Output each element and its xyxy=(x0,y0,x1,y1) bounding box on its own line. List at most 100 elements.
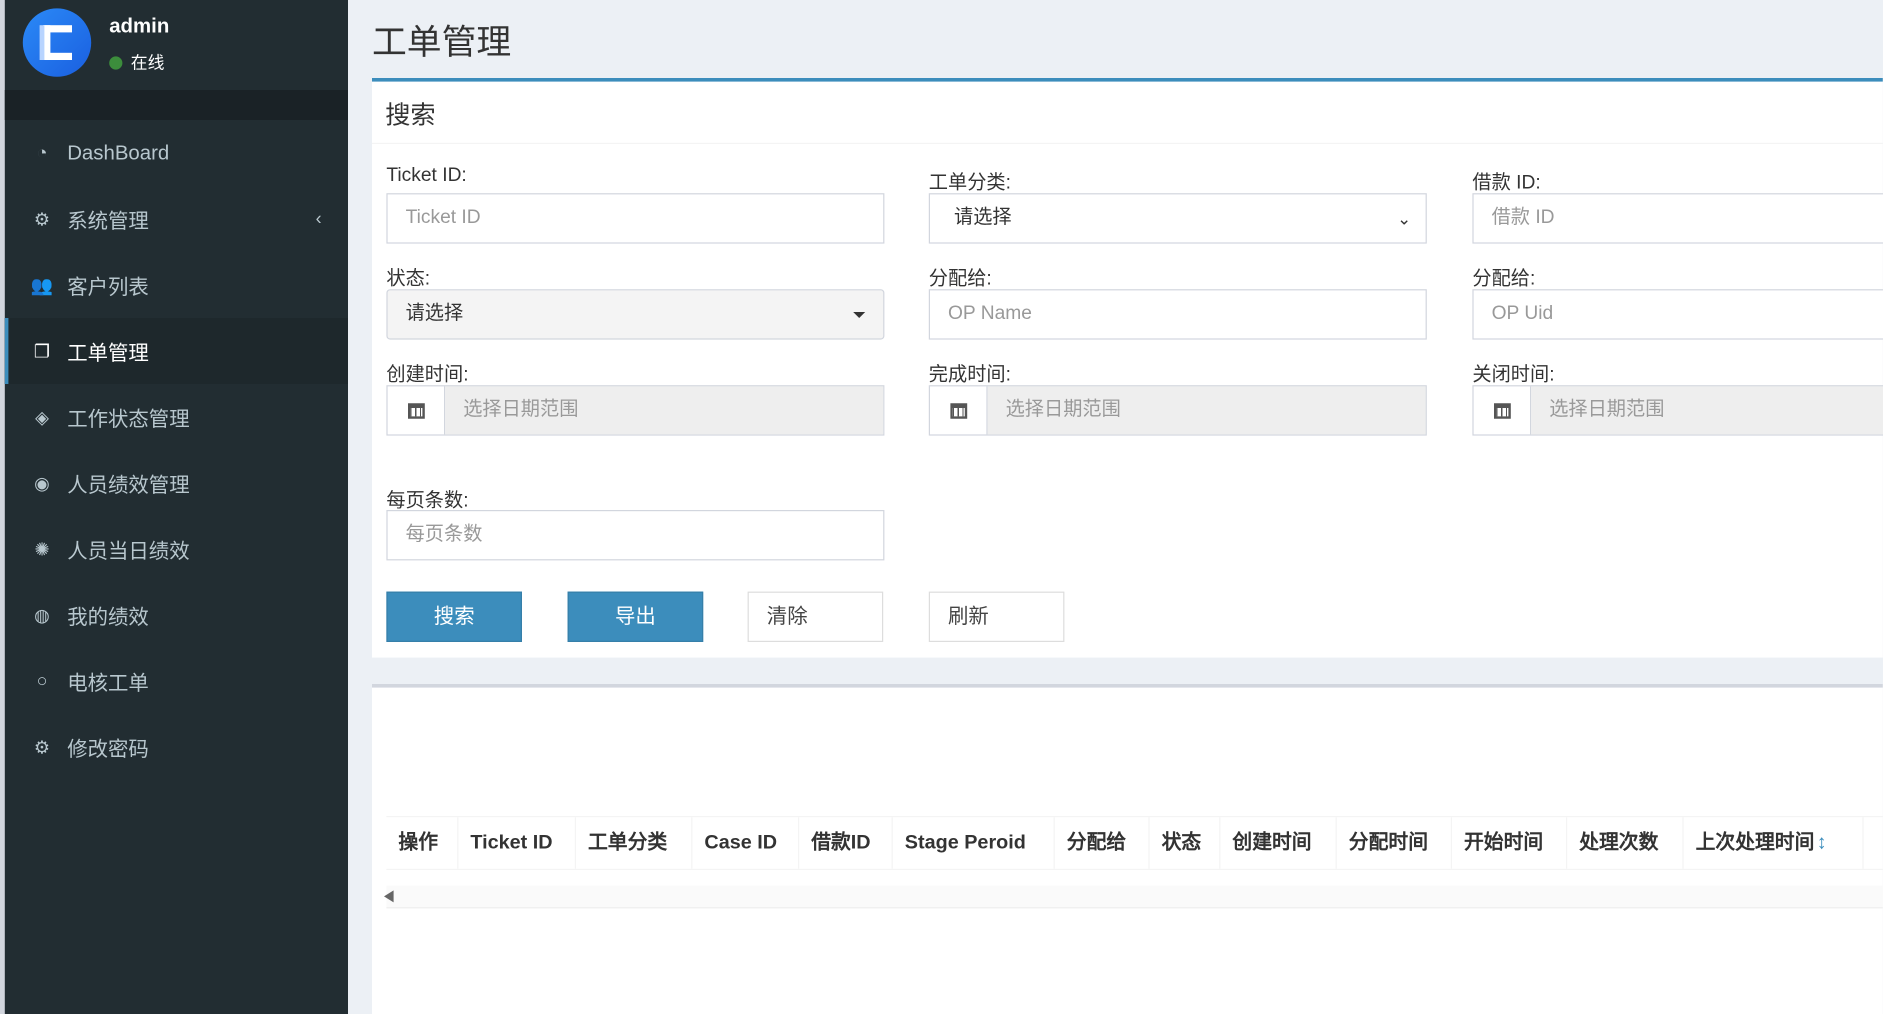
sidebar-item-label: 工单管理 xyxy=(67,342,149,365)
page-size-input[interactable]: 每页条数 xyxy=(386,510,885,561)
created-date-range[interactable]: 选择日期范围 xyxy=(386,385,885,436)
column-header-label: 状态 xyxy=(1161,831,1202,854)
calendar-icon xyxy=(949,402,967,419)
chrome-icon: ◍ xyxy=(34,605,50,626)
refresh-button[interactable]: 刷新 xyxy=(928,591,1065,642)
column-header-label: 处理次数 xyxy=(1579,831,1659,854)
sidebar-item-1[interactable]: ⚙ 系统管理 ‹ xyxy=(5,186,348,252)
sidebar-item-label: 系统管理 xyxy=(67,210,149,233)
column-header[interactable]: 操作 xyxy=(386,817,459,869)
column-header-label: 分配时间 xyxy=(1348,831,1428,854)
ticket-id-input[interactable]: Ticket ID xyxy=(386,193,885,244)
caret-down-icon xyxy=(853,312,866,318)
column-header[interactable]: 借款ID xyxy=(799,817,893,869)
sidebar-item-6[interactable]: ✺ 人员当日绩效 xyxy=(5,516,348,582)
column-header-label: 工单分类 xyxy=(588,831,668,854)
completed-time-label: 完成时间: xyxy=(928,364,1011,386)
chevron-down-icon: ⌄ xyxy=(1397,208,1412,229)
calendar-icon xyxy=(1493,402,1511,419)
assign-name-input[interactable]: OP Name xyxy=(928,289,1427,340)
sidebar-item-label: 我的绩效 xyxy=(67,606,149,629)
column-header-label: 借款ID xyxy=(811,831,871,854)
column-header[interactable]: 分配时间 xyxy=(1337,817,1452,869)
tag-icon: ◈ xyxy=(35,407,49,428)
export-button[interactable]: 导出 xyxy=(567,591,704,642)
ticket-id-label: Ticket ID: xyxy=(386,165,467,186)
sidebar-item-label: 客户列表 xyxy=(67,276,149,299)
column-header-label: Case ID xyxy=(704,831,778,854)
sidebar-item-8[interactable]: ○ 电核工单 xyxy=(5,648,348,714)
daily-performance-icon: ✺ xyxy=(34,539,50,560)
sidebar-item-label: 人员绩效管理 xyxy=(67,474,190,497)
category-select[interactable]: 请选择 ⌄ xyxy=(928,193,1427,244)
results-box: 操作 Ticket ID 工单分类 Case ID 借款ID Stage Peroid 分配… xyxy=(372,684,1883,1014)
status-label: 状态: xyxy=(386,268,431,290)
horizontal-scrollbar[interactable] xyxy=(384,885,1883,909)
scroll-left-icon[interactable] xyxy=(384,890,394,903)
page-title: 工单管理 xyxy=(372,24,512,63)
column-header[interactable]: Case ID xyxy=(692,817,800,869)
assign-uid-input[interactable]: OP Uid xyxy=(1472,289,1883,340)
user-status: 在线 xyxy=(109,50,164,74)
sidebar-item-label: 人员当日绩效 xyxy=(67,540,190,563)
sidebar-item-7[interactable]: ◍ 我的绩效 xyxy=(5,582,348,648)
sidebar-item-label: DashBoard xyxy=(67,141,170,164)
sidebar-item-9[interactable]: ⚙ 修改密码 xyxy=(5,714,348,780)
status-value: 请选择 xyxy=(405,303,464,324)
completed-date-input[interactable]: 选择日期范围 xyxy=(987,386,1426,435)
clear-button[interactable]: 清除 xyxy=(747,591,884,642)
user-panel: admin 在线 xyxy=(5,0,348,90)
category-label: 工单分类: xyxy=(928,172,1011,194)
column-header-label: 操作 xyxy=(398,831,439,854)
loan-id-input[interactable]: 借款 ID xyxy=(1472,193,1883,244)
circle-icon: ○ xyxy=(36,670,48,692)
column-header[interactable]: 状态 xyxy=(1150,817,1221,869)
user-status-text: 在线 xyxy=(130,52,165,72)
column-header[interactable]: 工单分类 xyxy=(576,817,693,869)
chevron-left-icon[interactable]: ‹ xyxy=(316,209,322,229)
copy-icon: ❐ xyxy=(33,341,51,362)
gear-icon: ⚙ xyxy=(33,737,51,758)
search-button[interactable]: 搜索 xyxy=(386,591,522,642)
column-header[interactable]: 创建时间 xyxy=(1220,817,1337,869)
created-date-input[interactable]: 选择日期范围 xyxy=(445,386,884,435)
column-header[interactable]: Ticket ID xyxy=(458,817,576,869)
sidebar-item-3[interactable]: ❐ 工单管理 xyxy=(4,318,349,384)
closed-time-label: 关闭时间: xyxy=(1472,364,1555,386)
column-header[interactable]: 开始时间 xyxy=(1452,817,1568,869)
column-header[interactable]: 上次处理时间 ↕ xyxy=(1684,817,1864,869)
column-header[interactable]: Stage Peroid xyxy=(893,817,1055,869)
column-header-label: Ticket ID xyxy=(470,831,553,854)
cogs-icon: ⚙ xyxy=(33,209,51,230)
column-header-label: Stage Peroid xyxy=(904,831,1026,854)
column-header[interactable]: 处理次数 xyxy=(1567,817,1684,869)
calendar-icon xyxy=(407,402,425,419)
sidebar-item-label: 工作状态管理 xyxy=(67,408,190,431)
closed-date-range[interactable]: 选择日期范围 xyxy=(1472,385,1883,436)
column-header-label: 上次处理时间 xyxy=(1695,831,1815,854)
dashboard-icon: ◔ xyxy=(36,142,48,164)
status-select[interactable]: 请选择 xyxy=(386,289,885,340)
performance-icon: ◉ xyxy=(34,473,50,494)
column-header[interactable]: 分配给 xyxy=(1055,817,1150,869)
sidebar-item-5[interactable]: ◉ 人员绩效管理 xyxy=(5,450,348,516)
category-value: 请选择 xyxy=(954,207,1012,229)
sort-icon[interactable]: ↕ xyxy=(1817,832,1827,854)
closed-date-input[interactable]: 选择日期范围 xyxy=(1531,386,1883,435)
sidebar-separator xyxy=(4,90,349,121)
sidebar-item-label: 电核工单 xyxy=(67,672,149,695)
users-icon: 👥 xyxy=(30,275,54,296)
online-dot-icon xyxy=(109,56,123,70)
user-name: admin xyxy=(109,14,170,38)
column-header-label: 分配给 xyxy=(1066,831,1127,854)
column-header-label: 创建时间 xyxy=(1232,831,1312,854)
completed-date-range[interactable]: 选择日期范围 xyxy=(928,385,1427,436)
column-header-label: 开始时间 xyxy=(1464,831,1544,854)
table-header: 操作 Ticket ID 工单分类 Case ID 借款ID Stage Peroid 分配… xyxy=(386,816,1883,871)
sidebar-item-0[interactable]: ◔ DashBoard xyxy=(5,120,348,186)
sidebar-item-4[interactable]: ◈ 工作状态管理 xyxy=(5,384,348,450)
sidebar-item-2[interactable]: 👥 客户列表 xyxy=(5,252,348,318)
search-box: 搜索 Ticket ID: Ticket ID 工单分类: 请选择 ⌄ 借款 ID… xyxy=(372,78,1883,658)
created-time-label: 创建时间: xyxy=(386,364,469,386)
avatar xyxy=(22,8,92,77)
